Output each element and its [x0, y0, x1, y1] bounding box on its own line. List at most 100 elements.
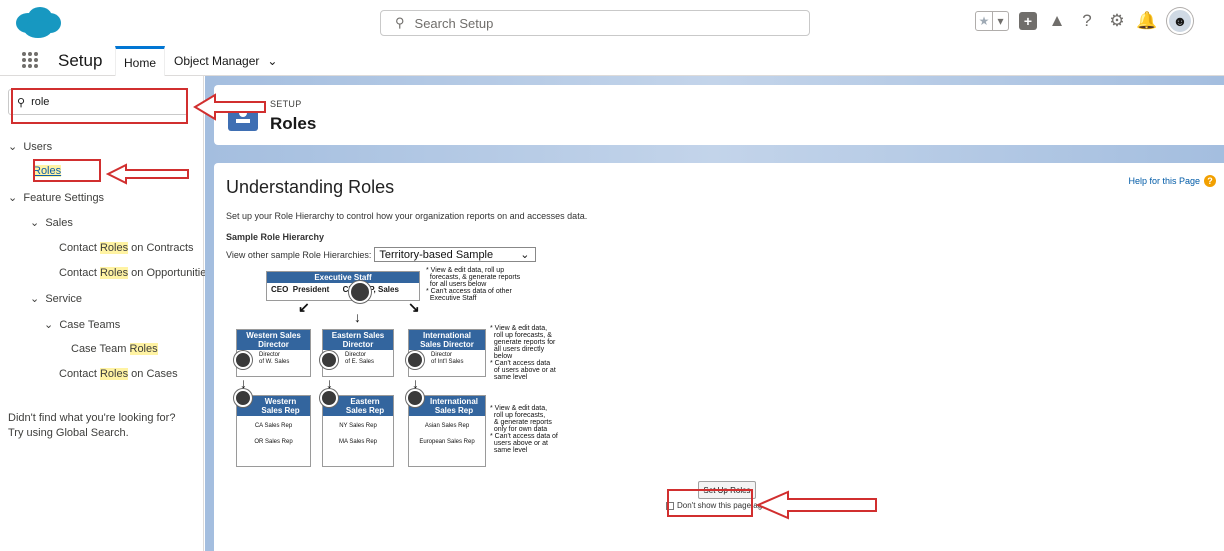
search-match: Roles [99, 368, 129, 380]
tab-home[interactable]: Home [115, 46, 166, 76]
annotation-box-quickfind [11, 88, 188, 124]
annotation-arrow-left-icon [193, 93, 266, 121]
chevron-down-icon: ⌄ [30, 217, 40, 229]
tree-label: Users [23, 141, 53, 153]
search-placeholder: Search Setup [414, 15, 494, 31]
app-title: Setup [58, 51, 103, 70]
tree-label: Case Team [71, 343, 130, 355]
director-note: * View & edit data, roll up forecasts, &… [490, 325, 556, 381]
sample-hierarchy-select[interactable]: Territory-based Sample ⌄ [374, 247, 537, 262]
tab-object-manager[interactable]: Object Manager ⌄ [168, 46, 283, 76]
tree-label: Service [45, 293, 83, 305]
tree-label: on Opportunities [128, 267, 212, 279]
annotation-arrow-left-icon [756, 490, 877, 520]
tree-label: on Contracts [128, 242, 194, 254]
rep-east-1: NY Sales Rep [339, 423, 377, 429]
setup-main-area: SETUP Roles Understanding Roles Help for… [205, 76, 1224, 551]
tree-item-contact-roles-cases[interactable]: Contact Roles on Cases [59, 368, 178, 380]
didnt-find-line: Didn't find what you're looking for? [8, 412, 176, 424]
person-avatar [320, 351, 338, 369]
header-utility-icons: ★ ▾ + ▲ ? ⚙ 🔔 ☻ [975, 8, 1193, 34]
app-launcher-icon[interactable] [22, 52, 38, 68]
exec-note: * View & edit data, roll up forecasts, &… [426, 267, 521, 302]
role-hierarchy-diagram: Executive Staff CEO President CFO VP, Sa… [234, 267, 576, 481]
help-icon[interactable]: ? [1077, 11, 1097, 31]
help-link[interactable]: Help for this Page ? [1128, 175, 1216, 187]
tree-item-contact-roles-opportunities[interactable]: Contact Roles on Opportunities [59, 267, 212, 279]
arrow-down-left-icon: ↙ [298, 299, 310, 315]
plus-icon[interactable]: + [1019, 12, 1037, 30]
setup-sidebar: ⚲ role ⌄ Users Roles ⌄ Feature Settings … [0, 76, 212, 551]
director-east-title: Eastern Sales Director [323, 330, 393, 350]
app-nav-bar: Setup Home Object Manager ⌄ [0, 46, 1224, 76]
person-avatar [234, 351, 252, 369]
tree-label: Feature Settings [23, 192, 105, 204]
page-eyebrow: SETUP [270, 99, 302, 109]
select-value: Territory-based Sample [379, 248, 494, 261]
tree-label: on Cases [128, 368, 178, 380]
rep-east-2: MA Sales Rep [338, 439, 378, 445]
tree-label: Contact [59, 242, 100, 254]
tree-node-case-teams[interactable]: ⌄ Case Teams [44, 318, 120, 331]
chevron-down-icon[interactable]: ⌄ [267, 54, 277, 68]
global-search-input[interactable]: ⚲ Search Setup [380, 10, 810, 36]
annotation-box-roles [33, 159, 101, 182]
global-search-hint[interactable]: Try using Global Search. [8, 426, 175, 441]
person-avatar [320, 389, 338, 407]
chevron-down-icon: ⌄ [520, 249, 530, 261]
search-match: Roles [99, 242, 129, 254]
didnt-find-text: Didn't find what you're looking for? Try… [8, 411, 175, 441]
avatar-icon[interactable]: ☻ [1167, 8, 1193, 34]
chevron-down-icon: ⌄ [30, 293, 40, 305]
director-west-title: Western Sales Director [237, 330, 310, 350]
person-avatar [349, 281, 371, 303]
favorites-control[interactable]: ★ ▾ [975, 11, 1009, 31]
rep-note: * View & edit data, roll up forecasts, &… [490, 405, 558, 454]
help-icon[interactable]: ? [1204, 175, 1216, 187]
view-other-label: View other sample Role Hierarchies: [226, 249, 372, 260]
rep-intl-1: Asian Sales Rep [424, 423, 470, 429]
tree-node-feature-settings[interactable]: ⌄ Feature Settings [8, 191, 104, 204]
sample-heading: Sample Role Hierarchy [226, 232, 325, 242]
tree-label: Case Teams [59, 319, 121, 331]
annotation-arrow-left-icon [106, 163, 189, 185]
exec-staff-title: Executive Staff [267, 272, 419, 283]
help-link-label[interactable]: Help for this Page [1128, 176, 1200, 186]
search-icon: ⚲ [395, 15, 405, 30]
chevron-down-icon: ⌄ [44, 319, 54, 331]
content-heading: Understanding Roles [226, 177, 395, 197]
bell-icon[interactable]: 🔔 [1136, 11, 1157, 31]
tree-item-contact-roles-contracts[interactable]: Contact Roles on Contracts [59, 242, 194, 254]
tree-node-users[interactable]: ⌄ Users [8, 140, 52, 153]
view-other-row: View other sample Role Hierarchies: Terr… [226, 247, 537, 262]
page-header: SETUP Roles [214, 85, 1224, 145]
chevron-down-icon: ⌄ [8, 141, 18, 153]
annotation-box-setup-button [667, 489, 753, 517]
person-avatar [406, 389, 424, 407]
star-icon[interactable]: ★ [976, 12, 992, 30]
tree-label: Contact [59, 368, 100, 380]
tab-object-manager-label: Object Manager [174, 54, 260, 68]
search-match: Roles [129, 343, 158, 355]
chevron-down-icon: ⌄ [8, 192, 18, 204]
rep-intl-box: International Sales Rep Asian Sales Rep … [408, 395, 486, 467]
chevron-down-icon[interactable]: ▾ [992, 12, 1008, 30]
tree-label: Sales [45, 217, 73, 229]
tree-node-service[interactable]: ⌄ Service [30, 292, 82, 305]
search-match: Roles [99, 267, 129, 279]
tree-item-case-team-roles[interactable]: Case Team Roles [71, 343, 158, 355]
person-avatar [234, 389, 252, 407]
trailhead-icon[interactable]: ▲ [1047, 11, 1067, 31]
exec-staff-box: Executive Staff CEO President CFO VP, Sa… [266, 271, 420, 301]
gear-icon[interactable]: ⚙ [1107, 11, 1127, 31]
person-avatar [406, 351, 424, 369]
tree-node-sales[interactable]: ⌄ Sales [30, 216, 73, 229]
tree-label: Contact [59, 267, 100, 279]
salesforce-cloud-logo[interactable] [14, 6, 62, 40]
intro-text: Set up your Role Hierarchy to control ho… [226, 211, 588, 221]
arrow-down-icon: ↓ [354, 309, 361, 325]
page-title: Roles [270, 114, 317, 133]
global-header: ⚲ Search Setup ★ ▾ + ▲ ? ⚙ 🔔 ☻ [0, 0, 1224, 46]
rep-intl-2: European Sales Rep [419, 439, 475, 445]
director-intl-title: International Sales Director [409, 330, 485, 350]
